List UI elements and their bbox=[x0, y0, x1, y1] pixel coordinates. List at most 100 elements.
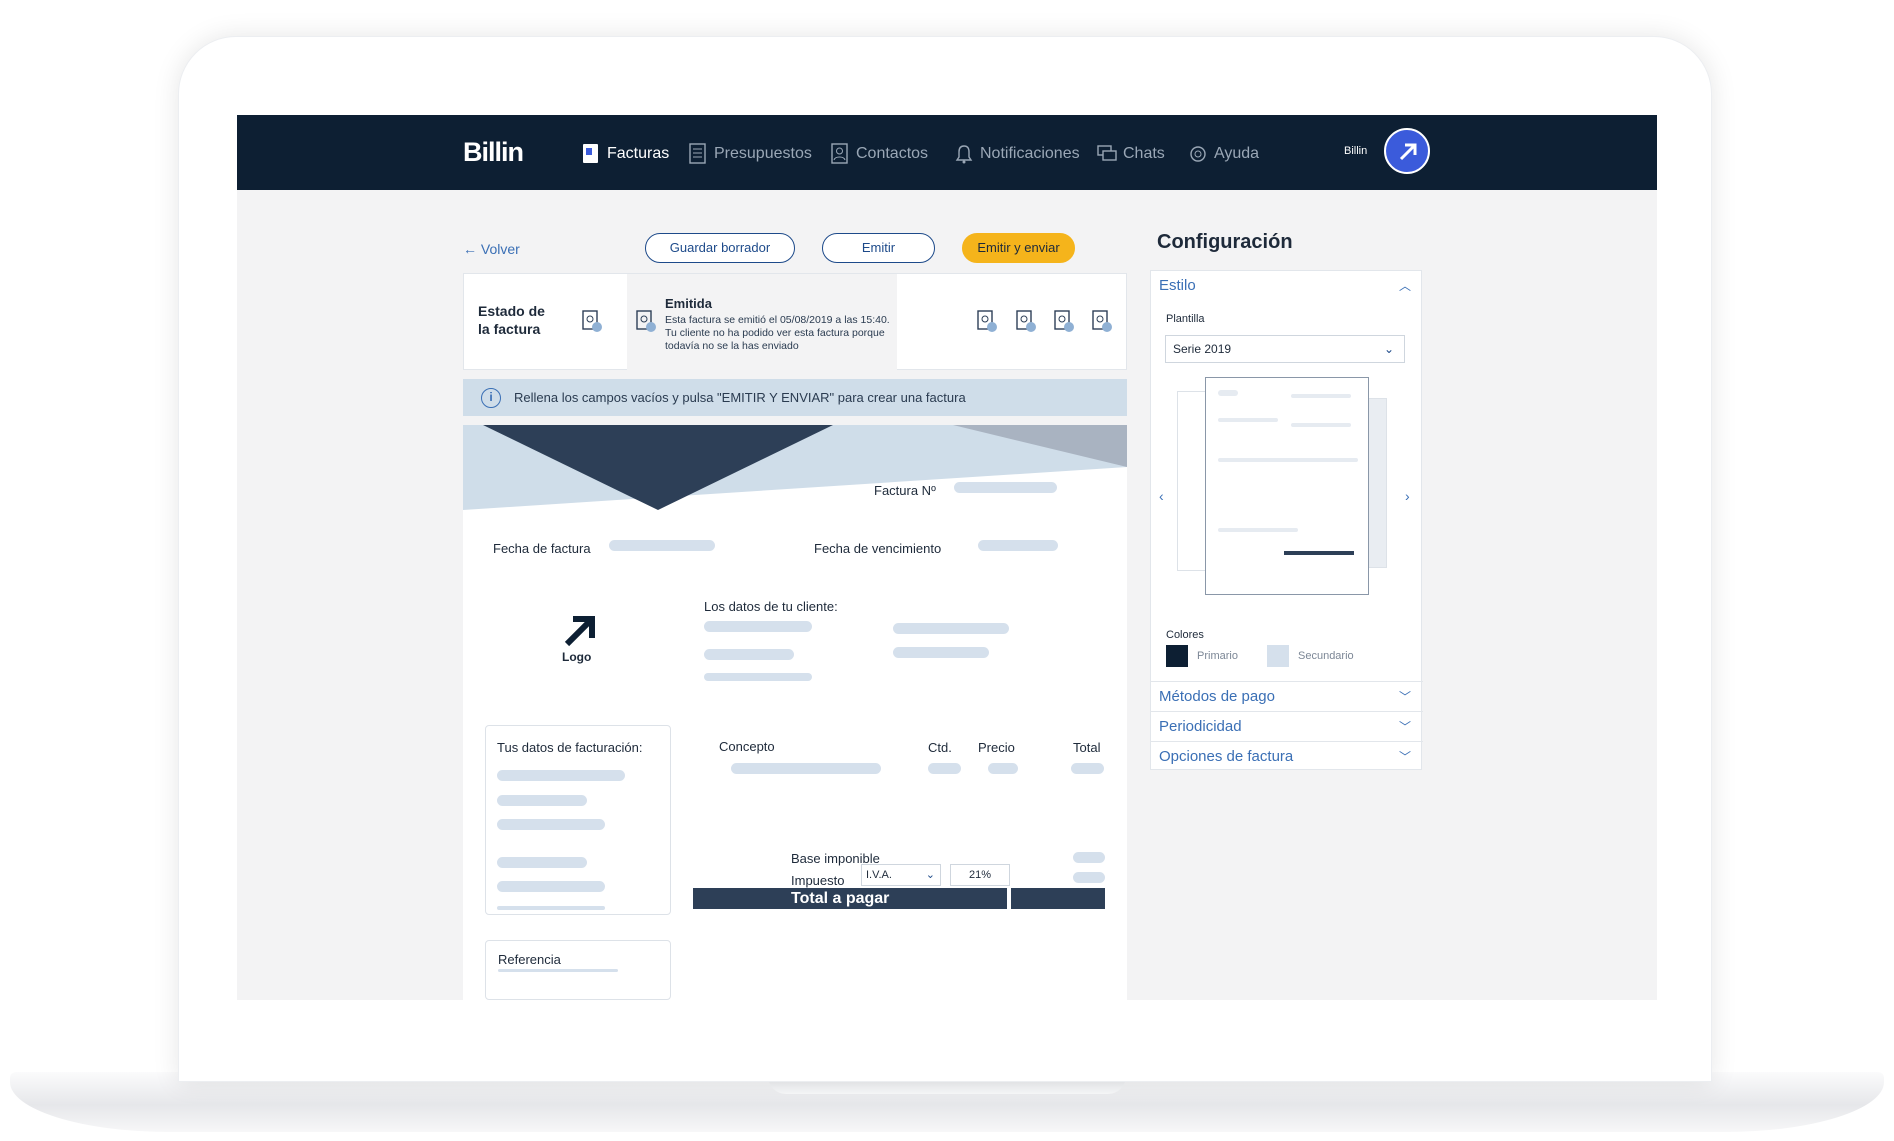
invoice-header-decoration bbox=[463, 425, 1127, 510]
client-data-label: Los datos de tu cliente: bbox=[704, 599, 838, 614]
template-thumb-current[interactable] bbox=[1205, 377, 1369, 595]
info-banner: i Rellena los campos vacíos y pulsa "EMI… bbox=[463, 379, 1127, 416]
secondary-color-swatch[interactable] bbox=[1267, 645, 1289, 667]
budget-icon bbox=[689, 143, 706, 164]
base-value bbox=[1073, 852, 1105, 863]
qty-field[interactable] bbox=[928, 763, 961, 774]
nav-ayuda[interactable]: Ayuda bbox=[1188, 143, 1259, 165]
due-date-label: Fecha de vencimiento bbox=[814, 541, 942, 556]
status-current: Emitida Esta factura se emitió el 05/08/… bbox=[627, 274, 897, 371]
step-sent-icon[interactable] bbox=[976, 309, 998, 333]
top-navbar: Billin Facturas Presupuestos Contactos N… bbox=[237, 115, 1657, 190]
tax-rate-input[interactable]: 21% bbox=[950, 864, 1010, 886]
tax-value bbox=[1073, 872, 1105, 883]
tax-label: Impuesto bbox=[791, 873, 845, 888]
laptop-mockup: Billin Facturas Presupuestos Contactos N… bbox=[0, 0, 1894, 1141]
user-name: Billin bbox=[1344, 145, 1368, 157]
back-link[interactable]: ← Volver bbox=[463, 241, 520, 257]
chevron-down-icon: ⌄ bbox=[1383, 342, 1394, 356]
contacts-icon bbox=[831, 143, 848, 164]
primary-color-swatch[interactable] bbox=[1166, 645, 1188, 667]
info-icon: i bbox=[481, 388, 501, 408]
nav-notificaciones[interactable]: Notificaciones bbox=[954, 143, 1080, 165]
chat-icon bbox=[1097, 145, 1117, 161]
invoice-icon bbox=[583, 144, 598, 163]
logo-arrow-icon bbox=[564, 616, 595, 647]
app-screen: Billin Facturas Presupuestos Contactos N… bbox=[237, 115, 1657, 1000]
nav-presupuestos[interactable]: Presupuestos bbox=[688, 143, 812, 165]
help-icon bbox=[1190, 146, 1206, 162]
primary-color-label: Primario bbox=[1197, 650, 1238, 662]
accordion-estilo[interactable]: Estilo ︿ bbox=[1151, 271, 1423, 301]
colors-label: Colores bbox=[1166, 629, 1204, 641]
concept-field[interactable] bbox=[731, 763, 881, 774]
emitted-icon bbox=[635, 309, 657, 333]
step-closed-icon[interactable] bbox=[1091, 309, 1113, 333]
chevron-down-icon: ⌄ bbox=[925, 869, 935, 881]
invoice-number-field[interactable] bbox=[954, 482, 1057, 493]
due-date-field[interactable] bbox=[978, 540, 1058, 551]
client-field[interactable] bbox=[704, 649, 794, 660]
col-qty: Ctd. bbox=[928, 740, 952, 755]
price-field[interactable] bbox=[988, 763, 1018, 774]
save-draft-button[interactable]: Guardar borrador bbox=[645, 233, 795, 263]
col-price: Precio bbox=[978, 740, 1015, 755]
status-label: Emitida bbox=[665, 296, 712, 311]
tax-type-select[interactable]: I.V.A. ⌄ bbox=[861, 864, 941, 886]
line-total-field[interactable] bbox=[1071, 763, 1104, 774]
logo-placeholder[interactable]: Logo bbox=[562, 650, 591, 664]
billing-field[interactable] bbox=[497, 795, 587, 806]
nav-facturas[interactable]: Facturas bbox=[581, 143, 669, 165]
status-step-icon[interactable] bbox=[581, 309, 603, 333]
secondary-color-label: Secundario bbox=[1298, 650, 1354, 662]
arrow-up-right-icon bbox=[1399, 143, 1417, 161]
billing-field[interactable] bbox=[497, 857, 587, 868]
chevron-up-icon: ︿ bbox=[1398, 279, 1411, 293]
client-field[interactable] bbox=[893, 647, 989, 658]
col-total: Total bbox=[1073, 740, 1101, 755]
chevron-down-icon: ﹀ bbox=[1398, 720, 1411, 734]
billing-field[interactable] bbox=[497, 819, 605, 830]
col-concept: Concepto bbox=[719, 739, 775, 754]
step-viewed-icon[interactable] bbox=[1015, 309, 1037, 333]
total-label-bar: Total a pagar bbox=[693, 888, 1007, 909]
reference-label: Referencia bbox=[498, 952, 561, 967]
issue-button[interactable]: Emitir bbox=[822, 233, 935, 263]
accordion-opciones-factura[interactable]: Opciones de factura ﹀ bbox=[1151, 741, 1423, 771]
config-title: Configuración bbox=[1157, 231, 1293, 253]
chevron-down-icon: ﹀ bbox=[1398, 750, 1411, 764]
config-panel: Estilo ︿ Plantilla Serie 2019 ⌄ ‹ › Colo bbox=[1150, 270, 1423, 771]
billing-data-label: Tus datos de facturación: bbox=[497, 740, 643, 755]
reference-field[interactable] bbox=[498, 969, 618, 972]
template-label: Plantilla bbox=[1166, 313, 1205, 325]
template-select[interactable]: Serie 2019 ⌄ bbox=[1165, 335, 1405, 363]
client-field[interactable] bbox=[704, 621, 812, 632]
invoice-date-field[interactable] bbox=[609, 540, 715, 551]
client-field[interactable] bbox=[704, 673, 812, 681]
billing-field[interactable] bbox=[497, 906, 605, 910]
status-card: Estado de la factura Emitida Esta factur… bbox=[463, 273, 1127, 371]
billin-logo[interactable]: Billin bbox=[463, 137, 524, 168]
accordion-periodicidad[interactable]: Periodicidad ﹀ bbox=[1151, 711, 1423, 741]
invoice-number-label: Factura Nº bbox=[874, 483, 936, 498]
template-next-button[interactable]: › bbox=[1405, 488, 1410, 504]
nav-chats[interactable]: Chats bbox=[1097, 143, 1165, 165]
accordion-metodos-pago[interactable]: Métodos de pago ﹀ bbox=[1151, 681, 1423, 711]
billing-field[interactable] bbox=[497, 770, 625, 781]
invoice-document: Factura Nº Fecha de factura Fecha de ven… bbox=[463, 425, 1127, 1000]
client-field[interactable] bbox=[893, 623, 1009, 634]
template-prev-button[interactable]: ‹ bbox=[1159, 488, 1164, 504]
status-title: Estado de la factura bbox=[478, 303, 545, 337]
chevron-down-icon: ﹀ bbox=[1398, 690, 1411, 704]
avatar[interactable] bbox=[1384, 128, 1430, 174]
billing-data-box: Tus datos de facturación: bbox=[485, 725, 671, 915]
status-description: Esta factura se emitió el 05/08/2019 a l… bbox=[665, 314, 890, 352]
step-paid-icon[interactable] bbox=[1053, 309, 1075, 333]
reference-box[interactable]: Referencia bbox=[485, 940, 671, 1000]
bell-icon bbox=[955, 145, 973, 164]
issue-send-button[interactable]: Emitir y enviar bbox=[962, 233, 1075, 263]
total-value-bar bbox=[1011, 888, 1105, 909]
invoice-date-label: Fecha de factura bbox=[493, 541, 591, 556]
billing-field[interactable] bbox=[497, 881, 605, 892]
nav-contactos[interactable]: Contactos bbox=[830, 143, 928, 165]
